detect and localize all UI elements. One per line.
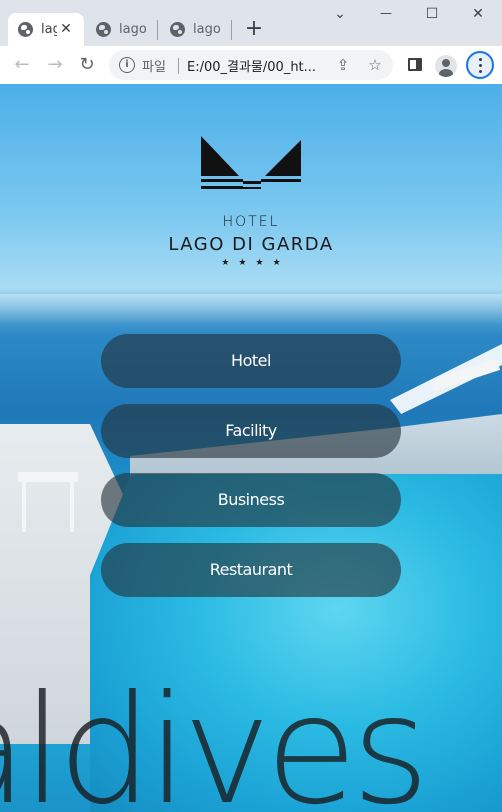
globe-icon [18, 22, 33, 37]
side-panel-icon[interactable] [408, 58, 422, 71]
bookmark-star-icon[interactable]: ☆ [365, 55, 385, 75]
address-divider [178, 58, 179, 74]
tab-search-chevron-icon[interactable]: ⌄ [329, 6, 351, 24]
logo-rating-stars: ★★★★ [221, 258, 290, 268]
close-icon[interactable]: ✕ [58, 21, 74, 37]
menu-dot [479, 64, 482, 67]
tab-strip: lago di garda ✕ lago di garda lago di ga… [0, 0, 502, 46]
background-table [18, 472, 78, 482]
maximize-button[interactable]: ☐ [421, 6, 443, 24]
minimize-button[interactable]: — [375, 6, 397, 24]
tab-title: lago di garda [41, 22, 57, 37]
background-table-leg [22, 482, 26, 532]
logo-label-hotel: HOTEL [222, 214, 280, 230]
globe-icon [170, 22, 185, 37]
share-icon[interactable]: ⇪ [333, 55, 353, 75]
background-word: aldives [0, 664, 430, 812]
back-button[interactable]: ← [11, 54, 33, 76]
tab-title: lago di garda [119, 22, 147, 37]
new-tab-button[interactable]: + [243, 18, 265, 41]
tab-3[interactable]: lago di garda [162, 13, 221, 46]
profile-avatar-icon[interactable] [435, 55, 457, 77]
tab-divider [157, 20, 158, 40]
menu-button-business[interactable]: Business [101, 473, 401, 527]
horizon-haze [0, 294, 502, 334]
menu-button-facility[interactable]: Facility [101, 404, 401, 458]
tab-2[interactable]: lago di garda [88, 13, 147, 46]
page-viewport: HOTEL LAGO DI GARDA ★★★★ Hotel Facility … [0, 84, 502, 812]
tab-title: lago di garda [193, 22, 221, 37]
menu-dot [479, 58, 482, 61]
hotel-logo-icon [201, 136, 301, 189]
scheme-label: 파일 [142, 60, 166, 75]
menu-button-hotel[interactable]: Hotel [101, 334, 401, 388]
address-bar[interactable]: i 파일 E:/00_결과물/00_ht... ⇪ ☆ [109, 50, 393, 80]
globe-icon [96, 22, 111, 37]
menu-dot [479, 70, 482, 73]
forward-button[interactable]: → [44, 54, 66, 76]
reload-button[interactable]: ↻ [76, 54, 98, 76]
menu-button-restaurant[interactable]: Restaurant [101, 543, 401, 597]
tab-1[interactable]: lago di garda ✕ [8, 13, 84, 46]
browser-menu-button[interactable] [466, 51, 494, 79]
logo-hotel-name: LAGO DI GARDA [168, 234, 334, 255]
url-text[interactable]: E:/00_결과물/00_ht... [187, 56, 316, 75]
background-table-leg [70, 482, 74, 532]
info-icon[interactable]: i [119, 57, 135, 73]
close-window-button[interactable]: ✕ [467, 6, 489, 24]
browser-toolbar: ← → ↻ i 파일 E:/00_결과물/00_ht... ⇪ ☆ [0, 46, 502, 84]
tab-divider [231, 20, 232, 40]
